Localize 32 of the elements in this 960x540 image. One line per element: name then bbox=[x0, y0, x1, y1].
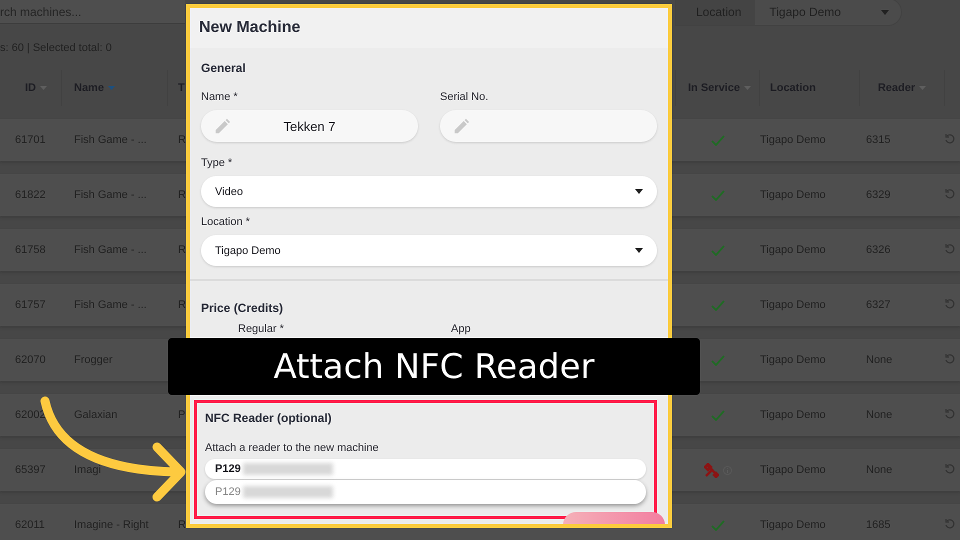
history-icon[interactable] bbox=[945, 132, 955, 144]
field-label: Name * bbox=[201, 91, 239, 103]
field-label: Location * bbox=[201, 216, 251, 228]
hint-text: Attach a reader to the new machine bbox=[205, 442, 380, 454]
field-label: Serial No. bbox=[440, 91, 490, 103]
field-label: Regular * bbox=[238, 323, 285, 335]
dialog-title: New Machine bbox=[199, 19, 300, 37]
field-label: Type * bbox=[201, 157, 234, 169]
pencil-icon bbox=[452, 117, 470, 135]
pencil-icon bbox=[213, 117, 231, 135]
type-dropdown[interactable]: Video bbox=[201, 176, 657, 207]
dropdown-caret-icon bbox=[635, 189, 643, 194]
input-field[interactable] bbox=[440, 110, 657, 142]
input-field[interactable]: Tekken 7 bbox=[201, 110, 418, 142]
suggestion-item[interactable]: P129 bbox=[205, 480, 646, 504]
history-icon[interactable] bbox=[945, 352, 955, 364]
sort-caret-icon[interactable] bbox=[108, 86, 115, 90]
input-field[interactable]: P129 bbox=[205, 459, 646, 479]
history-icon[interactable] bbox=[945, 188, 955, 200]
location-dropdown[interactable]: Tigapo Demo bbox=[201, 235, 657, 266]
section-heading: Price (Credits) bbox=[201, 301, 284, 315]
history-icon[interactable] bbox=[945, 408, 955, 420]
section-heading: General bbox=[201, 61, 247, 75]
section-heading: NFC Reader (optional) bbox=[205, 411, 333, 425]
history-icon[interactable] bbox=[945, 298, 955, 310]
dropdown-caret-icon bbox=[635, 248, 643, 253]
caption-banner: Attach NFC Reader bbox=[168, 338, 700, 395]
dropdown-caret-icon bbox=[881, 10, 890, 14]
history-icon[interactable] bbox=[945, 462, 955, 474]
history-icon[interactable] bbox=[945, 242, 955, 254]
history-icon[interactable] bbox=[945, 518, 955, 530]
field-label: App bbox=[451, 323, 471, 335]
